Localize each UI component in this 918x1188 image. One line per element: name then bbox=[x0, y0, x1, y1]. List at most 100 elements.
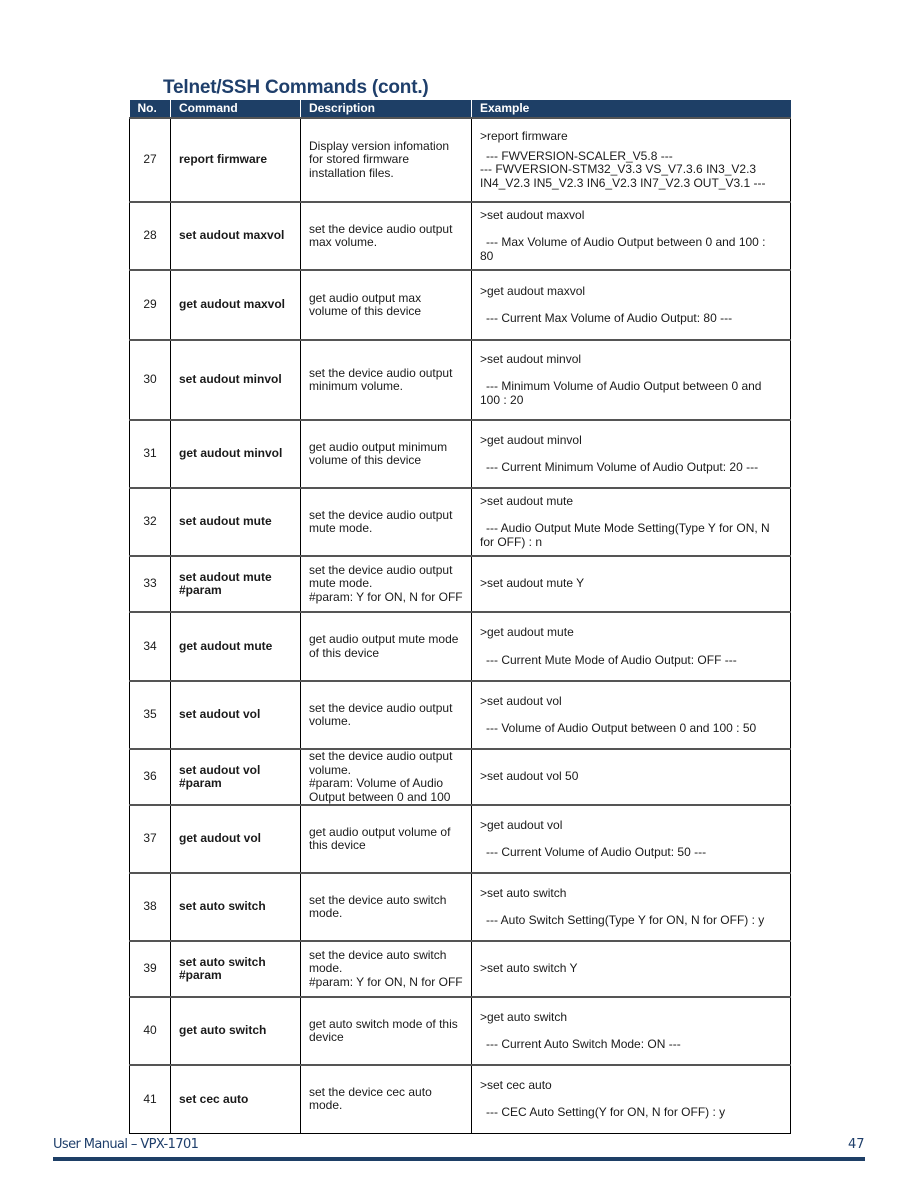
example-response: --- FWVERSION-SCALER_V5.8 --- --- FWVERS… bbox=[480, 148, 766, 190]
command-name: set audout mute bbox=[170, 487, 301, 557]
row-number: 37 bbox=[129, 804, 171, 874]
command-example: >set auto switch --- Auto Switch Setting(… bbox=[471, 872, 791, 942]
command-name: set audout mute #param bbox=[170, 555, 301, 613]
command-example: >set audout minvol --- Minimum Volume of … bbox=[471, 339, 791, 421]
table-row: 28 set audout maxvol set the device audio … bbox=[129, 201, 791, 271]
command-example: >set cec auto --- CEC Auto Setting(Y for … bbox=[471, 1064, 791, 1134]
example-command: >set audout vol bbox=[480, 693, 562, 708]
command-example: >set audout mute --- Audio Output Mute Mo… bbox=[471, 487, 791, 557]
table-row: 36 set audout vol #param set the device au… bbox=[129, 748, 791, 806]
row-number: 40 bbox=[129, 996, 171, 1066]
row-number: 35 bbox=[129, 680, 171, 750]
command-example: >set audout mute Y bbox=[471, 555, 791, 613]
command-example: >set audout vol 50 bbox=[471, 748, 791, 806]
row-number: 29 bbox=[129, 269, 171, 341]
command-name: report firmware bbox=[170, 117, 301, 203]
example-command: >set audout mute Y bbox=[480, 576, 585, 591]
command-description: set the device cec auto mode. bbox=[300, 1064, 472, 1134]
table-row: 29 get audout maxvol get audio output max … bbox=[129, 269, 791, 341]
table-row: 33 set audout mute #param set the device a… bbox=[129, 555, 791, 613]
command-name: set auto switch #param bbox=[170, 940, 301, 998]
table-row: 27 report firmware Display version infomat… bbox=[129, 117, 791, 203]
table-row: 37 get audout vol get audio output volume … bbox=[129, 804, 791, 874]
command-description: set the device audio output volume. bbox=[300, 680, 472, 750]
command-description: set the device audio output volume. #par… bbox=[300, 748, 472, 806]
example-response: --- CEC Auto Setting(Y for ON, N for OFF… bbox=[486, 1105, 726, 1120]
example-command: >get audout mute bbox=[480, 625, 574, 639]
command-example: >get audout mute --- Current Mute Mode of… bbox=[471, 611, 791, 682]
command-description: set the device audio output max volume. bbox=[300, 201, 472, 271]
table-row: 38 set auto switch set the device auto swi… bbox=[129, 872, 791, 942]
table-row: 39 set auto switch #param set the device a… bbox=[129, 940, 791, 998]
row-number: 33 bbox=[129, 555, 171, 613]
command-example: >get audout minvol --- Current Minimum Vo… bbox=[471, 419, 791, 489]
table-header-row: No. Command Description Example bbox=[129, 100, 791, 118]
command-name: get auto switch bbox=[170, 996, 301, 1066]
command-description: get audio output max volume of this devi… bbox=[300, 269, 472, 341]
example-command: >set auto switch bbox=[480, 885, 567, 900]
row-number: 39 bbox=[129, 940, 171, 998]
example-command: >set cec auto bbox=[480, 1077, 552, 1092]
command-name: get audout mute bbox=[170, 611, 301, 682]
example-command: >get audout maxvol bbox=[480, 283, 586, 298]
page-title: Telnet/SSH Commands (cont.) bbox=[163, 77, 429, 98]
row-number: 41 bbox=[129, 1064, 171, 1134]
row-number: 36 bbox=[129, 748, 171, 806]
example-response: --- Audio Output Mute Mode Setting(Type … bbox=[480, 521, 770, 549]
example-response: --- Current Max Volume of Audio Output: … bbox=[486, 311, 733, 325]
header-example: Example bbox=[471, 100, 791, 118]
example-command: >get auto switch bbox=[480, 1009, 568, 1024]
command-example: >set audout vol --- Volume of Audio Outpu… bbox=[471, 680, 791, 750]
example-command: >set audout vol 50 bbox=[480, 769, 579, 784]
row-number: 30 bbox=[129, 339, 171, 421]
command-description: get auto switch mode of this device bbox=[300, 996, 472, 1066]
row-number: 34 bbox=[129, 611, 171, 682]
command-example: >report firmware --- FWVERSION-SCALER_V5.… bbox=[471, 117, 791, 203]
command-description: Display version infomation for stored fi… bbox=[300, 117, 472, 203]
header-no: No. bbox=[129, 100, 171, 118]
table-row: 30 set audout minvol set the device audio … bbox=[129, 339, 791, 421]
example-response: --- Volume of Audio Output between 0 and… bbox=[486, 721, 757, 735]
command-example: >get auto switch --- Current Auto Switch … bbox=[471, 996, 791, 1066]
example-response: --- Minimum Volume of Audio Output betwe… bbox=[480, 379, 762, 407]
example-command: >set audout maxvol bbox=[480, 207, 585, 222]
table-row: 35 set audout vol set the device audio out… bbox=[129, 680, 791, 750]
header-description: Description bbox=[300, 100, 472, 118]
command-name: get audout vol bbox=[170, 804, 301, 874]
command-example: >set audout maxvol --- Max Volume of Audi… bbox=[471, 201, 791, 271]
command-example: >set auto switch Y bbox=[471, 940, 791, 998]
command-description: set the device audio output minimum volu… bbox=[300, 339, 472, 421]
row-number: 31 bbox=[129, 419, 171, 489]
footer-page-number: 47 bbox=[848, 1137, 865, 1152]
command-description: get audio output volume of this device bbox=[300, 804, 472, 874]
example-response: --- Auto Switch Setting(Type Y for ON, N… bbox=[486, 913, 765, 927]
command-description: set the device auto switch mode. #param:… bbox=[300, 940, 472, 998]
example-response: --- Max Volume of Audio Output between 0… bbox=[480, 235, 766, 263]
command-name: set auto switch bbox=[170, 872, 301, 942]
command-description: get audio output minimum volume of this … bbox=[300, 419, 472, 489]
example-response: --- Current Volume of Audio Output: 50 -… bbox=[486, 845, 707, 859]
footer-divider bbox=[53, 1157, 865, 1161]
example-command: >set auto switch Y bbox=[480, 961, 578, 976]
footer-manual-title: User Manual – VPX-1701 bbox=[53, 1137, 199, 1152]
example-command: >set audout minvol bbox=[480, 351, 582, 366]
example-response: --- Current Minimum Volume of Audio Outp… bbox=[486, 460, 759, 474]
example-response: --- Current Mute Mode of Audio Output: O… bbox=[486, 652, 737, 667]
header-command: Command bbox=[170, 100, 301, 118]
command-name: set audout maxvol bbox=[170, 201, 301, 271]
example-command: >get audout vol bbox=[480, 817, 563, 832]
example-command: >set audout mute bbox=[480, 493, 574, 508]
command-name: set audout vol bbox=[170, 680, 301, 750]
command-example: >get audout vol --- Current Volume of Aud… bbox=[471, 804, 791, 874]
commands-table: No. Command Description Example 27 report… bbox=[129, 100, 791, 1134]
command-description: set the device audio output mute mode. bbox=[300, 487, 472, 557]
command-description: set the device audio output mute mode. #… bbox=[300, 555, 472, 613]
example-response: --- Current Auto Switch Mode: ON --- bbox=[486, 1037, 681, 1051]
command-name: set audout vol #param bbox=[170, 748, 301, 806]
command-name: set audout minvol bbox=[170, 339, 301, 421]
row-number: 38 bbox=[129, 872, 171, 942]
command-name: get audout minvol bbox=[170, 419, 301, 489]
row-number: 27 bbox=[129, 117, 171, 203]
command-description: get audio output mute mode of this devic… bbox=[300, 611, 472, 682]
command-description: set the device auto switch mode. bbox=[300, 872, 472, 942]
